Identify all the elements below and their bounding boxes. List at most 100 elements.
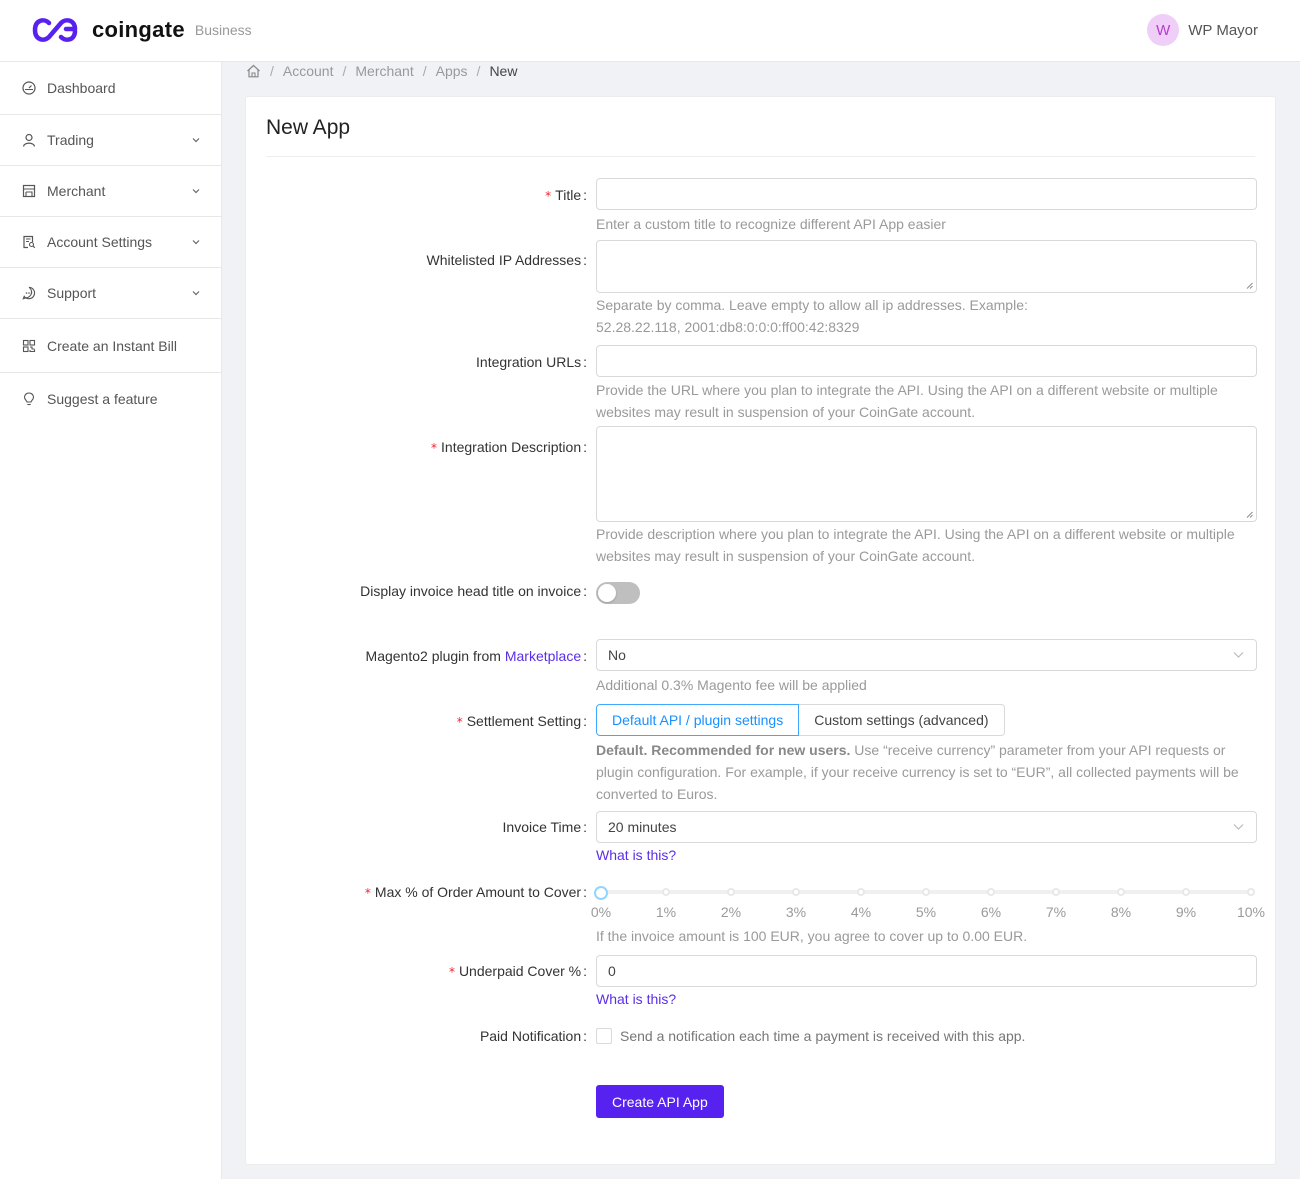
user-menu[interactable]: W WP Mayor <box>1147 14 1258 46</box>
sidebar-item-label: Suggest a feature <box>47 391 158 407</box>
magento-help: Additional 0.3% Magento fee will be appl… <box>596 677 867 693</box>
sidebar-item-trading[interactable]: Trading <box>0 115 221 166</box>
brand-name: coingate <box>92 17 185 42</box>
slider-step-dot[interactable] <box>1117 888 1125 896</box>
breadcrumb-account[interactable]: Account <box>283 63 334 79</box>
slider-handle[interactable] <box>594 886 608 900</box>
title-help: Enter a custom title to recognize differ… <box>596 216 946 232</box>
slider-step-dot[interactable] <box>1052 888 1060 896</box>
underpaid-cover-input[interactable]: 0 <box>596 955 1257 987</box>
sidebar-item-suggest-feature[interactable]: Suggest a feature <box>0 373 221 425</box>
coingate-logo-icon <box>32 18 78 42</box>
slider-mark-label[interactable]: 6% <box>981 904 1001 920</box>
user-name: WP Mayor <box>1188 21 1258 39</box>
slider-mark-label[interactable]: 1% <box>656 904 676 920</box>
required-mark: * <box>456 715 463 729</box>
settlement-option-custom[interactable]: Custom settings (advanced) <box>799 704 1005 736</box>
paid-notification-checkbox-row[interactable]: Send a notification each time a payment … <box>596 1028 1025 1044</box>
magento-select[interactable]: No <box>596 639 1257 671</box>
slider-step-dot[interactable] <box>857 888 865 896</box>
shop-icon <box>22 184 36 198</box>
resize-handle-icon[interactable] <box>1246 282 1253 289</box>
integration-urls-input[interactable] <box>596 345 1257 377</box>
magento-select-value: No <box>608 647 626 663</box>
max-cover-slider[interactable]: 0% 1% 2% 3% 4% 5% 6% 7% 8% 9% 10% <box>591 884 1265 924</box>
slider-step-dot[interactable] <box>922 888 930 896</box>
qrcode-icon <box>22 339 36 353</box>
required-mark: * <box>448 965 455 979</box>
slider-mark-label[interactable]: 5% <box>916 904 936 920</box>
settlement-option-default[interactable]: Default API / plugin settings <box>596 704 800 736</box>
slider-mark-label[interactable]: 10% <box>1237 904 1265 920</box>
sidebar-item-support[interactable]: Support <box>0 268 221 319</box>
divider <box>266 156 1255 157</box>
integration-description-textarea[interactable] <box>596 426 1257 522</box>
slider-step-dot[interactable] <box>662 888 670 896</box>
slider-step-dot[interactable] <box>1182 888 1190 896</box>
logo[interactable]: coingate Business <box>32 17 252 43</box>
sidebar-item-dashboard[interactable]: Dashboard <box>0 62 221 115</box>
slider-mark-label[interactable]: 4% <box>851 904 871 920</box>
underpaid-cover-label: * Underpaid Cover %: <box>448 963 587 979</box>
create-api-app-button[interactable]: Create API App <box>596 1085 724 1118</box>
slider-step-dot[interactable] <box>727 888 735 896</box>
breadcrumb-apps[interactable]: Apps <box>436 63 468 79</box>
toggle-knob <box>598 584 616 602</box>
required-mark: * <box>545 189 552 203</box>
sidebar-item-label: Trading <box>47 132 94 148</box>
magento-label: Magento2 plugin from Marketplace: <box>365 648 587 664</box>
max-cover-help: If the invoice amount is 100 EUR, you ag… <box>596 928 1028 944</box>
settlement-help: Default. Recommended for new users. Use … <box>596 742 1239 802</box>
chevron-down-icon <box>1233 652 1244 658</box>
integration-urls-help: Provide the URL where you plan to integr… <box>596 382 1218 420</box>
chevron-down-icon <box>192 189 200 194</box>
slider-mark-label[interactable]: 2% <box>721 904 741 920</box>
slider-step-dot[interactable] <box>987 888 995 896</box>
user-icon <box>22 133 36 147</box>
sidebar-item-label: Account Settings <box>47 234 153 250</box>
max-cover-label: * Max % of Order Amount to Cover: <box>364 884 587 900</box>
whitelisted-ips-label: Whitelisted IP Addresses: <box>426 252 588 268</box>
sidebar-item-label: Support <box>47 285 97 301</box>
slider-mark-label[interactable]: 9% <box>1176 904 1196 920</box>
sidebar-item-merchant[interactable]: Merchant <box>0 166 221 217</box>
slider-mark-label[interactable]: 0% <box>591 904 611 920</box>
dashboard-icon <box>22 81 36 95</box>
invoice-time-select[interactable]: 20 minutes <box>596 811 1257 843</box>
invoice-time-what-is-this-link[interactable]: What is this? <box>596 847 676 863</box>
title-label: * Title: <box>545 187 587 203</box>
integration-urls-label: Integration URLs: <box>476 354 587 370</box>
slider-step-dot[interactable] <box>1247 888 1255 896</box>
chevron-down-icon <box>192 240 200 245</box>
display-head-title-toggle[interactable] <box>596 582 640 604</box>
title-input[interactable] <box>596 178 1257 210</box>
breadcrumb-separator: / <box>342 63 347 79</box>
marketplace-link[interactable]: Marketplace <box>505 648 581 664</box>
breadcrumb-separator: / <box>476 63 481 79</box>
underpaid-what-is-this-link[interactable]: What is this? <box>596 991 676 1007</box>
new-app-card: New App * Title: Enter a custom title to … <box>245 96 1276 1165</box>
breadcrumb-merchant[interactable]: Merchant <box>355 63 413 79</box>
resize-handle-icon[interactable] <box>1246 511 1253 518</box>
paid-notification-checkbox[interactable] <box>596 1028 612 1044</box>
required-mark: * <box>364 886 371 900</box>
slider-step-dot[interactable] <box>792 888 800 896</box>
sidebar-item-account-settings[interactable]: Account Settings <box>0 217 221 268</box>
slider-mark-label[interactable]: 7% <box>1046 904 1066 920</box>
breadcrumb-separator: / <box>422 63 427 79</box>
bulb-icon <box>22 392 36 406</box>
whitelisted-ips-help: Separate by comma. Leave empty to allow … <box>596 297 1028 335</box>
chevron-down-icon <box>1233 824 1244 830</box>
sidebar-item-instant-bill[interactable]: Create an Instant Bill <box>0 319 221 373</box>
home-icon[interactable] <box>246 64 261 78</box>
top-header: coingate Business W WP Mayor <box>0 0 1300 62</box>
display-head-title-label: Display invoice head title on invoice: <box>360 583 587 599</box>
required-mark: * <box>431 441 438 455</box>
sidebar: Dashboard Trading Merchant Account Setti… <box>0 62 222 1179</box>
integration-description-label: * Integration Description: <box>431 439 587 455</box>
sidebar-item-label: Create an Instant Bill <box>47 337 177 354</box>
slider-mark-label[interactable]: 3% <box>786 904 806 920</box>
settlement-segmented-control: Default API / plugin settings Custom set… <box>596 704 1005 736</box>
whitelisted-ips-textarea[interactable] <box>596 240 1257 293</box>
slider-mark-label[interactable]: 8% <box>1111 904 1131 920</box>
